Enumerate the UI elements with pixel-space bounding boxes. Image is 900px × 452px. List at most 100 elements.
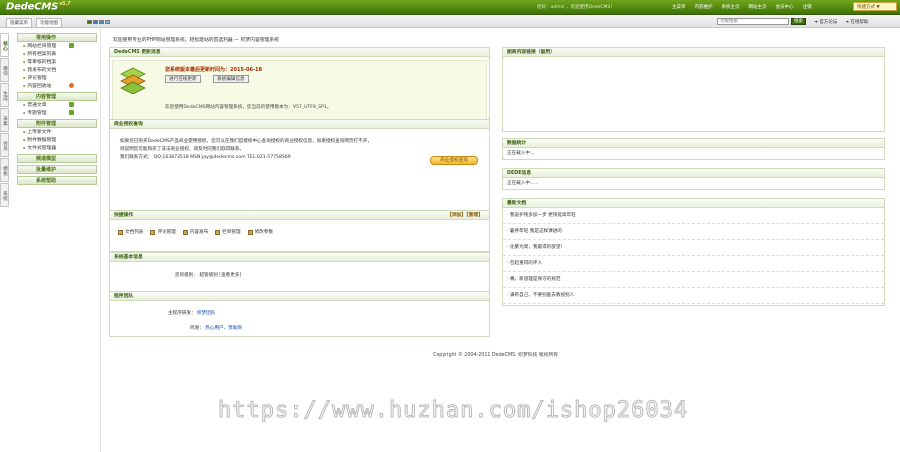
sidebar-item[interactable]: 文件式管理器 bbox=[17, 144, 97, 152]
online-update-button[interactable]: 进行在线更新 bbox=[165, 75, 201, 83]
sidebar-group-header[interactable]: 附件管理 bbox=[17, 119, 97, 128]
license-line: 则说明您可能购买了非法商业授权，请及时同我们取得联系。 bbox=[120, 147, 245, 152]
recycle-icon[interactable] bbox=[69, 83, 74, 88]
theme-swatch[interactable] bbox=[87, 20, 92, 24]
panel-title: 数据统计 bbox=[503, 139, 884, 148]
panel-title: 图商内容链接（副用） bbox=[503, 48, 884, 57]
top-nav-item[interactable]: 主菜单 bbox=[672, 4, 686, 10]
module-tab[interactable]: 采集 bbox=[0, 108, 9, 132]
module-tab[interactable]: 核心 bbox=[0, 33, 9, 57]
version-description: 欢迎使用DedeCMS网站内容管理系统，您当前的使用版本为：V57_UTF8_S… bbox=[165, 105, 332, 110]
sidebar-group: 系统帮助 bbox=[17, 176, 97, 185]
quick-op-link[interactable]: 栏目管理 bbox=[215, 229, 241, 235]
list-item[interactable]: · 我奋护钱多加一步 更快提高年轻 bbox=[503, 208, 884, 224]
sidebar-item[interactable]: 附件数据管理 bbox=[17, 136, 97, 144]
latest-update-text: 您系统版本最后更新时间为：2015-06-18 bbox=[165, 67, 262, 73]
footer-copyright: Copyright © 2004-2011 DedeCMS. 织梦科技 版权所有 bbox=[433, 353, 559, 358]
sidebar-item-label: 网站栏目管理 bbox=[27, 44, 57, 49]
system-info-button[interactable]: 系统编辑信息 bbox=[213, 75, 249, 83]
quick-ops-panel: 快捷操作 【添加】【管理】 文档列表 评论管理 内容发布 栏目管理 修改参数 bbox=[109, 210, 490, 252]
sidebar-item[interactable]: 内容回收站 bbox=[17, 82, 97, 90]
module-tab[interactable]: 会员 bbox=[0, 133, 9, 157]
quick-op-link[interactable]: 修改参数 bbox=[247, 229, 273, 235]
license-query-button[interactable]: 商业授权查询 bbox=[430, 156, 478, 165]
sidebar-group: 批量维护 bbox=[17, 165, 97, 174]
thanks-link[interactable]: 热心用户、赞助商 bbox=[205, 326, 242, 331]
sidebar-item[interactable]: 专题管理 bbox=[17, 109, 97, 117]
sidebar-item[interactable]: 网站栏目管理 bbox=[17, 42, 97, 50]
function-map-button[interactable]: 功能地图 bbox=[36, 18, 62, 28]
quick-op-link[interactable]: 内容发布 bbox=[182, 229, 208, 235]
list-item[interactable]: · 化繁为简，我最得的欲望！ bbox=[503, 240, 884, 256]
add-icon[interactable] bbox=[69, 102, 74, 107]
sidebar-group-header[interactable]: 常用操作 bbox=[17, 33, 97, 42]
data-stats-panel: 数据统计 正在载入中... bbox=[502, 138, 885, 160]
sidebar-item-label: 文件式管理器 bbox=[27, 146, 57, 151]
sidebar-item[interactable]: 上传新文件 bbox=[17, 128, 97, 136]
add-manage-link[interactable]: 【添加】【管理】 bbox=[447, 211, 483, 220]
module-tab[interactable]: 系统 bbox=[0, 183, 9, 207]
system-info-panel: 系统基本信息 您的级别： 超管级别 [查看更多] bbox=[109, 252, 490, 294]
sidebar-item[interactable]: 普通文章 bbox=[17, 101, 97, 109]
sidebar-item[interactable]: 等审核的档案 bbox=[17, 58, 97, 66]
content-links-panel: 图商内容链接（副用） bbox=[502, 47, 885, 132]
function-search-input[interactable] bbox=[717, 18, 789, 25]
top-nav-item[interactable]: 内容维护 bbox=[695, 4, 713, 10]
sidebar-item-label: 上传新文件 bbox=[27, 130, 52, 135]
quick-op-link[interactable]: 文档列表 bbox=[118, 229, 143, 235]
sidebar-item[interactable]: 评论管理 bbox=[17, 74, 97, 82]
sidebar-item-label: 附件数据管理 bbox=[27, 138, 57, 143]
sidebar-item-label: 评论管理 bbox=[27, 76, 47, 81]
document-icon bbox=[118, 229, 123, 235]
package-icon bbox=[120, 67, 146, 94]
list-item[interactable]: · 满有自己，不要别差去教视别人 bbox=[503, 288, 884, 304]
add-icon[interactable] bbox=[69, 43, 74, 48]
sidebar-item-label: 普通文章 bbox=[27, 103, 47, 108]
sidebar-group: 内容管理普通文章专题管理 bbox=[17, 92, 97, 117]
add-icon[interactable] bbox=[69, 110, 74, 115]
module-tab[interactable]: 生成 bbox=[0, 83, 9, 107]
sidebar-item[interactable]: 我发布的文档 bbox=[17, 66, 97, 74]
top-bar: DedeCMSv5.7 您好：admin ，欢迎使用DedeCMS！ 主菜单 内容… bbox=[0, 0, 900, 15]
theme-swatch[interactable] bbox=[99, 20, 104, 24]
document-icon bbox=[215, 229, 221, 235]
welcome-text: 您好：admin ，欢迎使用DedeCMS！ bbox=[537, 5, 615, 10]
sidebar-group: 附件管理上传新文件附件数据管理文件式管理器 bbox=[17, 119, 97, 152]
dedecms-logo[interactable]: DedeCMSv5.7 bbox=[6, 1, 71, 12]
sidebar-group-header[interactable]: 频道模型 bbox=[17, 154, 97, 163]
theme-swatch[interactable] bbox=[105, 20, 110, 24]
top-nav-item[interactable]: 会员中心 bbox=[776, 4, 794, 10]
main-content: 欢迎使用专业的PHP网站管理系统，轻松建站的首选利器 — 织梦内容管理系统 De… bbox=[100, 28, 900, 452]
sidebar-group-header[interactable]: 内容管理 bbox=[17, 92, 97, 101]
list-item[interactable]: · 暑养年轻 我是这样课进的 bbox=[503, 224, 884, 240]
search-button[interactable]: 搜索 bbox=[791, 18, 806, 25]
hide-menu-button[interactable]: 隐藏菜单 bbox=[6, 18, 32, 28]
sidebar-group-header[interactable]: 系统帮助 bbox=[17, 176, 97, 185]
sidebar-item-label: 专题管理 bbox=[27, 111, 47, 116]
watermark: https://www.huzhan.com/ishop26034 bbox=[217, 398, 689, 424]
quick-op-link[interactable]: 评论管理 bbox=[150, 229, 176, 235]
top-nav-item[interactable]: 系统主页 bbox=[722, 4, 740, 10]
document-icon bbox=[150, 229, 156, 235]
sidebar-item[interactable]: 所有档案列表 bbox=[17, 50, 97, 58]
sub-toolbar: 隐藏菜单 功能地图 搜索 ➜ 官方论坛 ➜ 在线帮助 bbox=[0, 16, 900, 28]
list-item[interactable]: · 包起重得的评入 bbox=[503, 256, 884, 272]
module-tab[interactable]: 模板 bbox=[0, 158, 9, 182]
panel-title: 最新文档 bbox=[503, 199, 884, 208]
team-link[interactable]: 织梦团队 bbox=[197, 311, 215, 316]
top-nav-item[interactable]: 注销 bbox=[803, 4, 812, 10]
panel-title: DedeCMS 更新消息 bbox=[110, 48, 489, 57]
help-link[interactable]: ➜ 在线帮助 bbox=[845, 19, 868, 25]
update-panel: DedeCMS 更新消息 您系统版本最后更新时间为：2015-06-18 进行在… bbox=[109, 47, 490, 122]
theme-swatch[interactable] bbox=[93, 20, 98, 24]
forum-link[interactable]: ➜ 官方论坛 bbox=[814, 19, 837, 25]
sidebar-group: 常用操作网站栏目管理所有档案列表等审核的档案我发布的文档评论管理内容回收站 bbox=[17, 33, 97, 90]
team-row: 主程序研发： 织梦团队 bbox=[168, 311, 216, 316]
quick-shortcut-button[interactable]: 快捷方式 ▼ bbox=[853, 2, 897, 11]
top-nav-item[interactable]: 网站主页 bbox=[749, 4, 767, 10]
breadcrumb: 欢迎使用专业的PHP网站管理系统，轻松建站的首选利器 — 织梦内容管理系统 bbox=[113, 38, 279, 43]
sidebar-group-header[interactable]: 批量维护 bbox=[17, 165, 97, 174]
document-icon bbox=[247, 229, 253, 235]
list-item[interactable]: · 嘴，新道理是保守的规范 bbox=[503, 272, 884, 288]
module-tab[interactable]: 模块 bbox=[0, 58, 9, 82]
